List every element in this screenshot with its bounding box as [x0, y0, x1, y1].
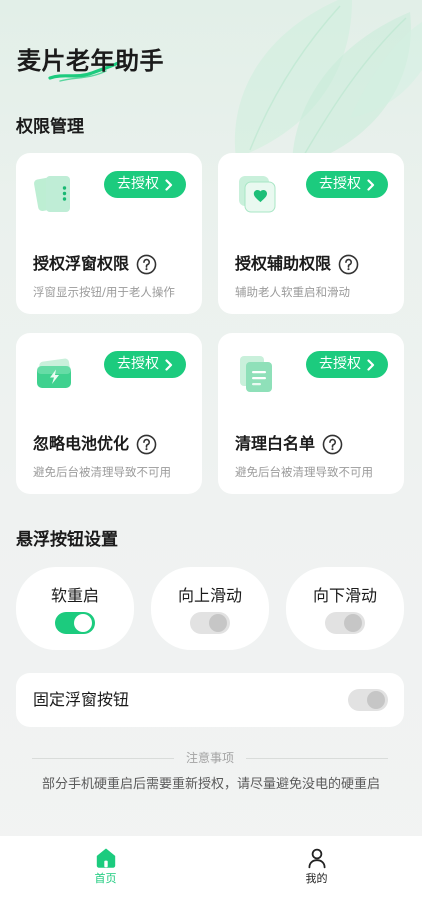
permission-card-battery: 去授权 忽略电池优化 避免后台被清理导致不可用: [16, 333, 202, 494]
help-question-icon[interactable]: [136, 254, 157, 275]
soft-restart-toggle[interactable]: [55, 612, 95, 634]
help-question-icon[interactable]: [338, 254, 359, 275]
whitelist-document-icon: [240, 356, 272, 392]
home-icon: [96, 848, 115, 868]
nav-label: 我的: [305, 872, 328, 885]
permission-title-row: 清理白名单: [235, 433, 343, 455]
authorize-button-label: 去授权: [319, 356, 361, 372]
nav-label: 首页: [94, 872, 117, 885]
accessibility-heart-icon: [239, 176, 276, 213]
chevron-right-icon: [367, 358, 375, 371]
toggle-label: 软重启: [50, 586, 99, 605]
chevron-right-icon: [165, 178, 173, 191]
fixed-float-button-row: 固定浮窗按钮: [16, 673, 404, 727]
permission-title: 忽略电池优化: [33, 434, 130, 453]
permission-card-accessibility: 去授权 授权辅助权限 辅助老人软重启和滑动: [218, 153, 404, 314]
chevron-right-icon: [367, 178, 375, 191]
nav-item-mine[interactable]: 我的: [211, 836, 422, 901]
swipe-down-toggle[interactable]: [325, 612, 365, 634]
toggle-card-swipe-up: 向上滑动: [151, 567, 269, 650]
authorize-button-label: 去授权: [117, 176, 159, 192]
help-question-icon[interactable]: [136, 434, 157, 455]
permission-description: 避免后台被清理导致不可用: [235, 465, 373, 479]
permission-description: 辅助老人软重启和滑动: [235, 285, 350, 299]
toggle-label: 向上滑动: [177, 586, 242, 605]
permission-title-row: 授权辅助权限: [235, 253, 359, 275]
toggle-knob: [367, 691, 385, 709]
person-icon: [308, 848, 325, 869]
authorize-button-label: 去授权: [117, 356, 159, 372]
toggle-knob: [209, 614, 227, 632]
bottom-nav: 首页 我的: [0, 836, 422, 901]
permission-description: 避免后台被清理导致不可用: [33, 465, 171, 479]
chevron-right-icon: [165, 358, 173, 371]
permission-card-whitelist: 去授权 清理白名单 避免后台被清理导致不可用: [218, 333, 404, 494]
fixed-float-button-label: 固定浮窗按钮: [33, 690, 130, 709]
permission-title-row: 授权浮窗权限: [33, 253, 157, 275]
toggle-card-soft-restart: 软重启: [16, 567, 134, 650]
notice-text: 部分手机硬重启后需要重新授权，请尽量避免没电的硬重启: [41, 777, 380, 792]
permission-title: 授权浮窗权限: [33, 254, 130, 273]
toggle-card-swipe-down: 向下滑动: [286, 567, 404, 650]
divider-line: [246, 757, 389, 759]
permission-title: 授权辅助权限: [235, 254, 332, 273]
permission-title-row: 忽略电池优化: [33, 433, 157, 455]
permission-description: 浮窗显示按钮/用于老人操作: [33, 285, 175, 299]
battery-icon: [37, 358, 71, 388]
authorize-floating-window-button[interactable]: 去授权: [104, 171, 186, 198]
swipe-up-toggle[interactable]: [190, 612, 230, 634]
leaf-decoration: [234, 0, 422, 168]
floating-window-icon: [34, 176, 70, 212]
permission-title: 清理白名单: [235, 434, 316, 453]
permission-card-floating-window: 去授权 授权浮窗权限 浮窗显示按钮/用于老人操作: [16, 153, 202, 314]
authorize-accessibility-button[interactable]: 去授权: [306, 171, 388, 198]
nav-item-home[interactable]: 首页: [0, 836, 211, 901]
toggle-knob: [74, 614, 92, 632]
float-settings-heading: 悬浮按钮设置: [16, 530, 118, 550]
notice-divider: 注意事项: [32, 749, 389, 767]
toggle-label: 向下滑动: [312, 586, 377, 605]
fixed-float-button-toggle[interactable]: [348, 689, 388, 711]
app-title: 麦片老年助手: [17, 47, 164, 75]
notice-title: 注意事项: [186, 751, 235, 765]
divider-line: [32, 757, 174, 759]
authorize-whitelist-button[interactable]: 去授权: [306, 351, 388, 378]
authorize-battery-button[interactable]: 去授权: [104, 351, 186, 378]
permissions-heading: 权限管理: [16, 117, 84, 137]
help-question-icon[interactable]: [322, 434, 343, 455]
toggle-knob: [344, 614, 362, 632]
authorize-button-label: 去授权: [319, 176, 361, 192]
